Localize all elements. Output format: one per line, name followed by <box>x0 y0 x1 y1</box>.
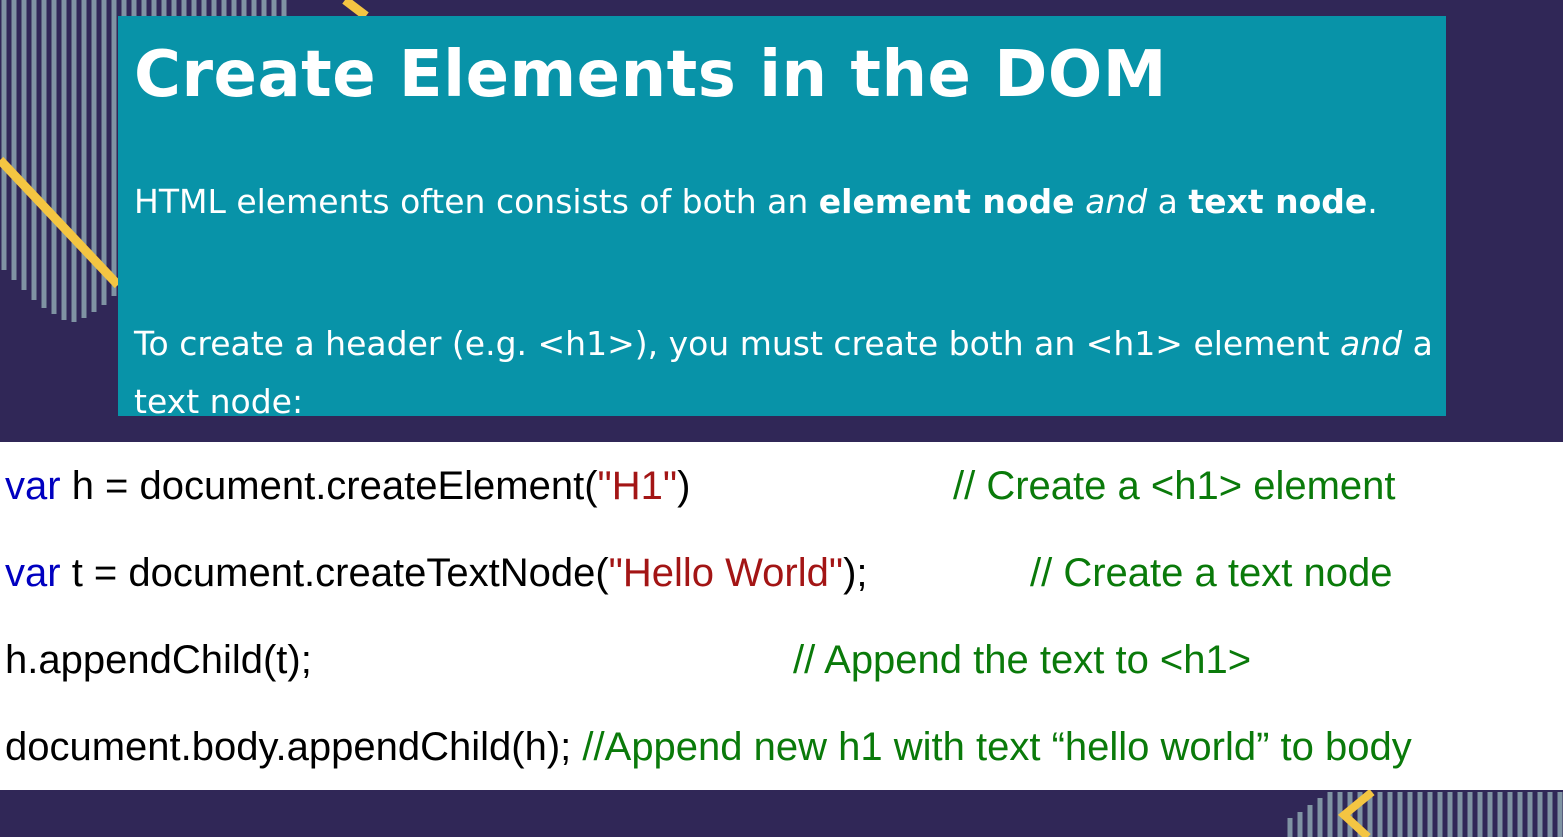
stripes-bottom-right <box>1287 792 1563 837</box>
code-line-2: var t = document.createTextNode("Hello W… <box>5 548 868 598</box>
para2-italic-and: and <box>1340 324 1403 363</box>
code-comment-2: // Create a text node <box>1030 551 1393 595</box>
slide-title: Create Elements in the DOM <box>134 38 1167 112</box>
code-line-4: document.body.appendChild(h); //Append n… <box>5 722 1412 772</box>
para1-bold-text-node: text node <box>1188 182 1368 221</box>
code-text: ) <box>677 464 691 508</box>
para1-text-2 <box>1075 182 1086 221</box>
para1-text-4: . <box>1367 182 1378 221</box>
string-literal: "Hello World" <box>608 551 844 595</box>
intro-box: Create Elements in the DOM HTML elements… <box>118 16 1446 421</box>
code-line-1: var h = document.createElement("H1") <box>5 461 690 511</box>
code-comment-1: // Create a <h1> element <box>953 464 1396 508</box>
para1-bold-element-node: element node <box>818 182 1075 221</box>
code-comment-3: // Append the text to <h1> <box>793 638 1252 682</box>
intro-paragraph: HTML elements often consists of both an … <box>134 173 1434 231</box>
code-comment-4: //Append new h1 with text “hello world” … <box>582 725 1412 769</box>
accent-line-left <box>0 156 122 289</box>
code-panel: var h = document.createElement("H1") // … <box>0 442 1563 790</box>
code-text: t = document.createTextNode( <box>60 551 609 595</box>
accent-line-top <box>342 0 369 20</box>
para1-text-1: HTML elements often consists of both an <box>134 182 819 221</box>
keyword-var: var <box>5 551 61 595</box>
string-literal: "H1" <box>597 464 678 508</box>
keyword-var: var <box>5 464 61 508</box>
slide: Create Elements in the DOM HTML elements… <box>0 0 1563 837</box>
code-text: h = document.createElement( <box>60 464 598 508</box>
code-text: document.body.appendChild(h); <box>5 725 583 769</box>
para2-text-1: To create a header (e.g. <h1>), you must… <box>134 324 1341 363</box>
instruction-paragraph: To create a header (e.g. <h1>), you must… <box>134 315 1434 431</box>
code-line-3: h.appendChild(t); <box>5 638 312 682</box>
para1-text-3: a <box>1147 182 1189 221</box>
code-text: ); <box>843 551 868 595</box>
para1-italic-and: and <box>1085 182 1148 221</box>
